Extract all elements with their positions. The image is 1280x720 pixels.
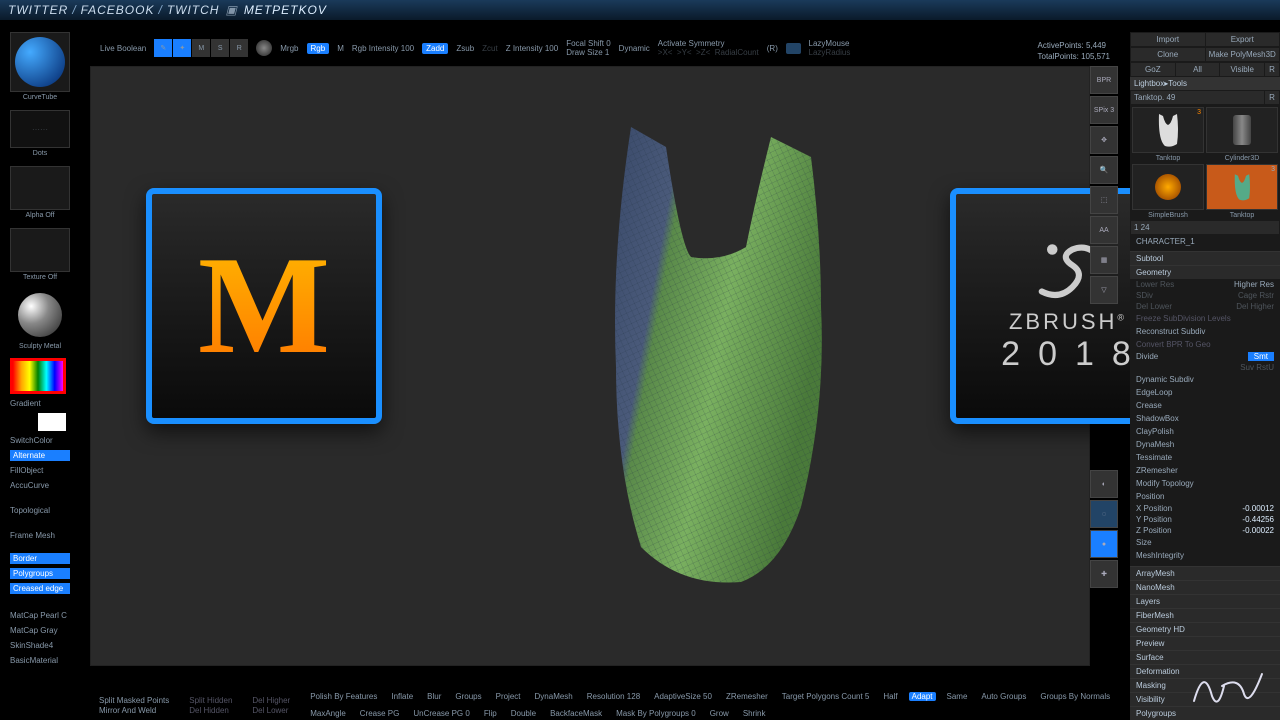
transp-icon[interactable]: ◐ [1090,470,1118,498]
brush-slot[interactable]: CurveTube [10,32,70,92]
border-toggle[interactable]: Border [10,553,70,564]
material-sphere-icon[interactable] [256,40,272,56]
export-button[interactable]: Export [1206,33,1280,46]
solo-icon[interactable]: ● [1090,530,1118,558]
live-boolean-label[interactable]: Live Boolean [100,44,146,53]
thumb-simplebrush[interactable]: SimpleBrush [1132,164,1204,210]
rotate-mode-button[interactable]: R [230,39,248,57]
polygroups-toggle[interactable]: Polygroups [10,568,70,579]
zoom-icon[interactable]: 🔍 [1090,156,1118,184]
import-button[interactable]: Import [1131,33,1205,46]
top-toolbar: Live Boolean ✎ ✦ M S R Mrgb Rgb M Rgb In… [100,36,1120,60]
thumb-cylinder[interactable]: Cylinder3D [1206,107,1278,153]
geometry-dynamic-subdiv[interactable]: Dynamic Subdiv [1130,373,1280,386]
section-arraymesh[interactable]: ArrayMesh [1130,566,1280,580]
persp-icon[interactable]: ▦ [1090,246,1118,274]
section-layers[interactable]: Layers [1130,594,1280,608]
lightbox-header[interactable]: Lightbox▸Tools [1130,77,1280,90]
marvelous-designer-logo-card: M [146,188,382,424]
geometry-crease[interactable]: Crease [1130,399,1280,412]
section-fibermesh[interactable]: FiberMesh [1130,608,1280,622]
split-masked-button[interactable]: Split Masked Points [96,696,172,705]
symmetry-indicator[interactable] [786,43,801,54]
zadd-button[interactable]: Zadd [422,43,448,54]
point-stats: ActivePoints: 5,449 TotalPoints: 105,571 [1038,40,1111,62]
texture-slot[interactable]: Texture Off [10,228,70,272]
rgb-intensity-slider[interactable]: Rgb Intensity 100 [352,44,414,53]
fill-object-button[interactable]: FillObject [10,465,70,476]
thumb-tanktop-active[interactable]: 3Tanktop [1206,164,1278,210]
scale-mode-button[interactable]: S [211,39,229,57]
color-picker[interactable] [10,358,66,394]
rgb-button[interactable]: Rgb [307,43,330,54]
move-mode-button[interactable]: M [192,39,210,57]
xpose-icon[interactable]: ✚ [1090,560,1118,588]
switch-color-button[interactable]: SwitchColor [10,435,70,446]
m-button[interactable]: M [337,44,344,53]
geometry-shadowbox[interactable]: ShadowBox [1130,412,1280,425]
stroke-slot[interactable]: ⋯⋯Dots [10,110,70,148]
dynamic-toggle[interactable]: Dynamic [619,44,650,53]
viewport-display-icons: ◐ ◌ ● ✚ [1090,470,1120,588]
bottom-shelf: Split Masked Points Mirror And Weld Spli… [90,690,1120,720]
z-intensity-slider[interactable]: Z Intensity 100 [506,44,558,53]
spix-button[interactable]: SPix 3 [1090,96,1118,124]
creased-edge-toggle[interactable]: Creased edge [10,583,70,594]
zsub-button[interactable]: Zsub [456,44,474,53]
viewport-nav-icons: BPR SPix 3 ✥ 🔍 ⬚ AA ▦ ▽ [1090,66,1120,304]
lazymouse-button[interactable]: LazyMouse [809,39,851,48]
goz-button[interactable]: GoZ [1131,63,1175,76]
clone-button[interactable]: Clone [1131,48,1205,61]
material-slot[interactable]: Sculpty Metal [10,290,70,340]
color-swatches[interactable] [10,413,70,431]
ghost-icon[interactable]: ◌ [1090,500,1118,528]
frame-mesh-button[interactable]: Frame Mesh [10,530,70,541]
geometry-tessimate[interactable]: Tessimate [1130,451,1280,464]
tanktop-mesh [571,127,851,587]
zcut-button[interactable]: Zcut [482,44,498,53]
alternate-button[interactable]: Alternate [10,450,70,461]
alpha-slot[interactable]: Alpha Off [10,166,70,210]
geometry-modify-topology[interactable]: Modify Topology [1130,477,1280,490]
tool-panel: ImportExport CloneMake PolyMesh3D GoZAll… [1130,32,1280,720]
scroll-icon[interactable]: ✥ [1090,126,1118,154]
geometry-dynamesh[interactable]: DynaMesh [1130,438,1280,451]
section-nanomesh[interactable]: NanoMesh [1130,580,1280,594]
draw-mode-button[interactable]: ✦ [173,39,191,57]
subtool-section[interactable]: Subtool [1130,251,1280,265]
subtool-list-item[interactable]: CHARACTER_1 [1130,235,1280,248]
activate-symmetry-button[interactable]: Activate Symmetry [658,39,759,48]
left-tool-panel: CurveTube ⋯⋯Dots Alpha Off Texture Off S… [10,32,70,666]
geometry-section[interactable]: Geometry [1130,265,1280,279]
edit-mode-button[interactable]: ✎ [154,39,172,57]
artist-signature [1184,656,1274,716]
thumb-tanktop[interactable]: 3Tanktop [1132,107,1204,153]
focal-shift-slider[interactable]: Focal Shift 0 [566,39,610,48]
section-geometry-hd[interactable]: Geometry HD [1130,622,1280,636]
stream-banner: TWITTER/ FACEBOOK/ TWITCH ▣ METPETKOV [0,0,1280,20]
make-polymesh-button[interactable]: Make PolyMesh3D [1206,48,1280,61]
bpr-button[interactable]: BPR [1090,66,1118,94]
aahalf-icon[interactable]: AA [1090,216,1118,244]
tool-name[interactable]: Tanktop. 49 [1131,91,1264,104]
geometry-edgeloop[interactable]: EdgeLoop [1130,386,1280,399]
mirror-weld-button[interactable]: Mirror And Weld [96,706,172,715]
accucurve-button[interactable]: AccuCurve [10,480,70,491]
mrgb-button[interactable]: Mrgb [280,44,298,53]
geometry-claypolish[interactable]: ClayPolish [1130,425,1280,438]
floor-icon[interactable]: ▽ [1090,276,1118,304]
geometry-position[interactable]: Position [1130,490,1280,503]
topological-button[interactable]: Topological [10,505,70,516]
section-preview[interactable]: Preview [1130,636,1280,650]
geometry-zremesher[interactable]: ZRemesher [1130,464,1280,477]
actual-icon[interactable]: ⬚ [1090,186,1118,214]
draw-size-slider[interactable]: Draw Size 1 [566,48,610,57]
transform-mode-group: ✎ ✦ M S R [154,39,248,57]
